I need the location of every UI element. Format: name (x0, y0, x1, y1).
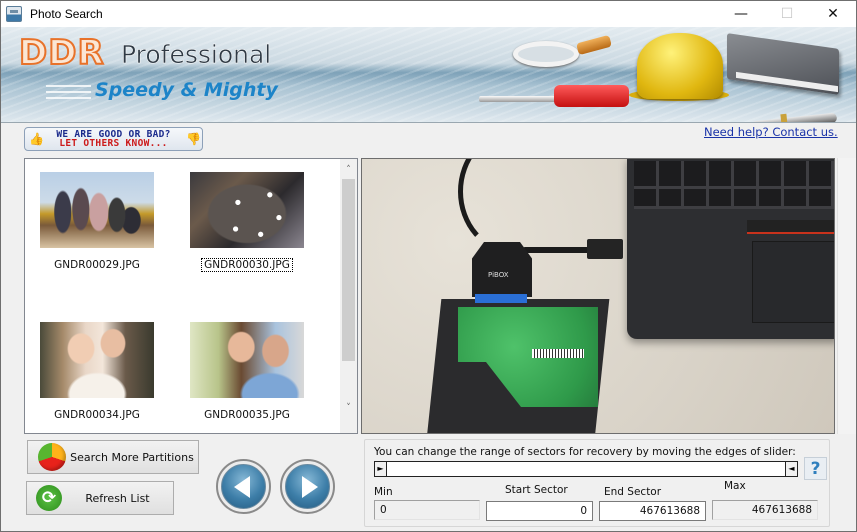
preview-adapter-label: PiBOX (488, 271, 509, 279)
scroll-up-icon[interactable]: ˄ (340, 161, 357, 178)
next-photo-button[interactable] (280, 459, 335, 514)
thumbnail-filename: GNDR00035.JPG (204, 409, 290, 421)
max-sector-field: 467613688 (712, 500, 818, 520)
slider-end-handle[interactable]: ◄ (785, 462, 797, 476)
end-sector-input[interactable]: 467613688 (599, 501, 706, 521)
window-title: Photo Search (30, 7, 103, 21)
pie-chart-icon (38, 443, 66, 471)
min-label: Min (374, 486, 393, 498)
preview-touchpad-shape (752, 241, 834, 323)
thumbnail-image (190, 322, 304, 398)
preview-adapter-shape (472, 242, 532, 297)
vertical-scrollbar[interactable]: ˄ ˅ (340, 159, 357, 433)
start-sector-label: Start Sector (505, 484, 568, 496)
speed-lines-decoration (46, 85, 91, 99)
close-button[interactable]: ✕ (810, 1, 856, 27)
magnifier-icon (513, 41, 579, 67)
photo-search-window: Photo Search — ☐ ✕ DDR Professional Spee… (0, 0, 857, 532)
thumbnail-item[interactable]: GNDR00029.JPG (32, 172, 162, 272)
pen-band-icon (780, 113, 788, 122)
feedback-line-2: LET OTHERS KNOW... (59, 138, 168, 149)
feedback-text: WE ARE GOOD OR BAD? LET OTHERS KNOW... (56, 130, 170, 149)
minimize-button[interactable]: — (718, 1, 764, 27)
min-sector-field: 0 (374, 500, 480, 520)
refresh-list-button[interactable]: ⟳ Refresh List (26, 481, 174, 515)
title-bar: Photo Search — ☐ ✕ (1, 1, 856, 27)
refresh-icon: ⟳ (36, 485, 62, 511)
preview-barcode-shape (532, 349, 584, 358)
hard-hat-icon (637, 33, 723, 99)
thumbnail-item[interactable]: GNDR00035.JPG (182, 322, 312, 422)
screwdriver-handle-icon (554, 85, 629, 107)
sector-range-group: You can change the range of sectors for … (364, 439, 830, 527)
sector-range-slider[interactable]: ► ◄ (374, 461, 798, 477)
preview-trackpoint-shape (747, 220, 834, 234)
previous-arrow-icon (221, 464, 266, 509)
scroll-down-icon[interactable]: ˅ (340, 399, 357, 416)
photo-thumbnail-list[interactable]: GNDR00029.JPG GNDR00030.JPG GNDR00034.JP… (24, 158, 358, 434)
next-arrow-icon (285, 464, 330, 509)
photo-preview: PiBOX (361, 158, 835, 434)
thumbnail-filename: GNDR00029.JPG (54, 259, 140, 271)
preview-side-strip (837, 158, 856, 434)
window-controls: — ☐ ✕ (718, 1, 856, 27)
thumbnail-item[interactable]: GNDR00030.JPG (182, 172, 312, 272)
thumbs-up-icon: 👍 (29, 132, 44, 146)
maximize-button[interactable]: ☐ (764, 1, 810, 27)
preview-cable-shape (458, 159, 568, 254)
thumbnail-image (190, 172, 304, 248)
thumbnail-item[interactable]: GNDR00034.JPG (32, 322, 162, 422)
feedback-button[interactable]: 👍 WE ARE GOOD OR BAD? LET OTHERS KNOW...… (24, 127, 203, 151)
search-more-partitions-button[interactable]: Search More Partitions (27, 440, 199, 474)
thumbnail-image (40, 172, 154, 248)
start-sector-input[interactable]: 0 (486, 501, 593, 521)
thumbnail-filename: GNDR00030.JPG (201, 258, 293, 272)
fountain-pen-icon (750, 112, 838, 122)
sector-range-hint: You can change the range of sectors for … (374, 446, 796, 458)
tagline: Speedy & Mighty (95, 79, 278, 101)
screwdriver-icon (479, 96, 559, 102)
header-banner: DDR Professional Speedy & Mighty (1, 27, 856, 123)
max-label: Max (724, 480, 746, 492)
preview-keyboard-row-shape (634, 186, 834, 189)
preview-usb-plug-shape (587, 239, 623, 259)
preview-sata-connector-shape (475, 294, 527, 303)
thumbnail-filename: GNDR00034.JPG (54, 409, 140, 421)
scroll-thumb[interactable] (342, 179, 355, 361)
search-more-partitions-label: Search More Partitions (70, 450, 194, 464)
app-icon (6, 6, 22, 22)
magnifier-handle-icon (576, 34, 612, 56)
refresh-list-label: Refresh List (85, 491, 150, 505)
product-name: Professional (121, 40, 272, 70)
thumbs-down-icon: 👎 (186, 132, 201, 146)
help-contact-link[interactable]: Need help? Contact us. (704, 125, 838, 139)
end-sector-label: End Sector (604, 486, 662, 498)
previous-photo-button[interactable] (216, 459, 271, 514)
slider-start-handle[interactable]: ► (375, 462, 387, 476)
help-question-icon[interactable]: ? (804, 457, 827, 480)
preview-keyboard-shape (634, 161, 834, 209)
brand-logo: DDR (18, 32, 105, 74)
thumbnail-image (40, 322, 154, 398)
